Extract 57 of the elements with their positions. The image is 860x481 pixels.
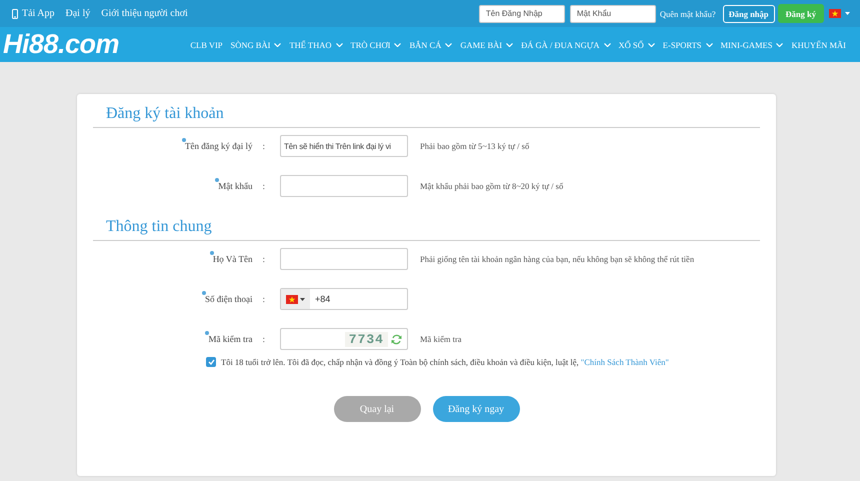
- colon-text: :: [262, 254, 265, 264]
- logo[interactable]: Hi88.com: [3, 29, 120, 60]
- password-field[interactable]: Mật Khẩu: [570, 4, 656, 22]
- top-link[interactable]: Giới thiệu người chơi: [101, 8, 188, 19]
- nav-item[interactable]: BẮN CÁ: [409, 40, 452, 50]
- section-title: Đăng ký tài khoản: [93, 98, 760, 128]
- language-button[interactable]: [827, 9, 850, 18]
- captcha-code: 7734: [344, 332, 388, 346]
- hint-text: Mã kiểm tra: [420, 334, 462, 344]
- nav-item[interactable]: E-SPORTS: [662, 40, 712, 50]
- nav-item[interactable]: MINI-GAMES: [720, 40, 784, 50]
- caret-icon: [300, 298, 305, 300]
- hint-text: Phải bao gồm từ 5~13 ký tự / số: [420, 141, 530, 151]
- field-label: Tên đăng ký đại lý: [185, 141, 252, 151]
- nav-item[interactable]: TRÒ CHƠI: [350, 40, 402, 50]
- hint-text: Phải giống tên tài khoản ngân hàng của bạn, nếu không bạn sẽ không thể rút tiền: [420, 254, 694, 264]
- register-button[interactable]: Đăng ký: [778, 4, 824, 23]
- input-field[interactable]: [280, 248, 408, 270]
- field-label: Họ Và Tên: [212, 254, 252, 264]
- forgot-password-link[interactable]: Quên mật khẩu?: [660, 8, 716, 18]
- colon-text: :: [262, 141, 265, 151]
- phone-field[interactable]: +84: [280, 288, 408, 310]
- nav-item[interactable]: GAME BÀI: [460, 40, 514, 50]
- section-title: Thông tin chung: [93, 211, 760, 241]
- nav-item[interactable]: SÒNG BÀI: [230, 40, 282, 50]
- refresh-icon: [391, 334, 402, 344]
- field-label: Mã kiểm tra: [208, 334, 252, 344]
- agreement-text: Tôi 18 tuổi trở lên. Tôi đã đọc, chấp nhận và đồng ý Toàn bộ chính sách, điều khoản và điều kiện, luật lệ, "Chính Sách Thành Viên": [221, 357, 669, 367]
- nav-item[interactable]: XỔ SỐ: [618, 40, 655, 50]
- agree-checkbox[interactable]: [206, 357, 216, 367]
- flag-icon: [829, 9, 841, 18]
- top-link[interactable]: Đại lý: [66, 8, 90, 19]
- top-link[interactable]: Tải App: [12, 8, 54, 19]
- colon-text: :: [262, 294, 265, 304]
- field-label: Số điện thoại: [204, 294, 252, 304]
- nav-item[interactable]: THỂ THAO: [289, 40, 343, 50]
- input-field[interactable]: Tên sẽ hiển thi Trên link đại lý vi: [280, 135, 408, 157]
- field-label: Mật khẩu: [218, 181, 252, 191]
- nav-item[interactable]: ĐÁ GÀ / ĐUA NGỰA: [521, 40, 611, 50]
- phone-icon: [12, 8, 18, 18]
- flag-icon: [286, 294, 298, 304]
- caret-icon: [845, 12, 850, 15]
- policy-link[interactable]: "Chính Sách Thành Viên": [580, 357, 669, 367]
- username-field[interactable]: Tên Đăng Nhập: [478, 4, 565, 22]
- nav-item[interactable]: KHUYẾN MÃI: [791, 40, 846, 50]
- input-field[interactable]: [280, 175, 408, 197]
- captcha-field[interactable]: 7734: [280, 328, 408, 350]
- colon-text: :: [262, 334, 265, 344]
- country-picker[interactable]: [281, 289, 310, 309]
- check-icon: [208, 359, 214, 365]
- phone-input[interactable]: +84: [310, 294, 407, 304]
- nav-item[interactable]: CLB VIP: [190, 40, 223, 50]
- colon-text: :: [262, 181, 265, 191]
- register-now-button[interactable]: Đăng ký ngay: [432, 396, 520, 422]
- login-button[interactable]: Đăng nhập: [722, 4, 775, 22]
- back-button[interactable]: Quay lại: [334, 396, 420, 422]
- hint-text: Mật khẩu phải bao gồm từ 8~20 ký tự / số: [420, 181, 564, 191]
